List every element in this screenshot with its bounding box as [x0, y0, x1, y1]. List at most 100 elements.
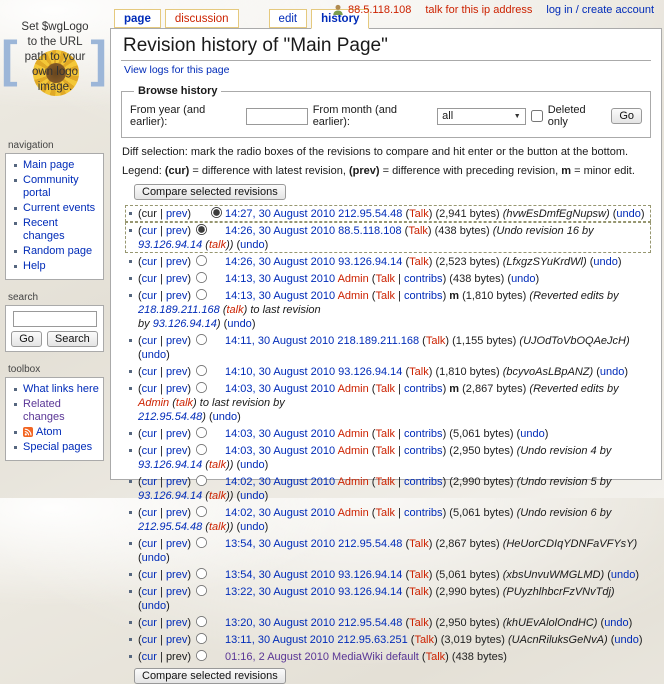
- cur-link[interactable]: cur: [142, 225, 157, 237]
- prev-link[interactable]: prev: [166, 335, 187, 347]
- comment-link[interactable]: talk: [227, 304, 244, 316]
- cur-link[interactable]: cur: [142, 335, 157, 347]
- user-link[interactable]: Admin: [338, 476, 369, 488]
- oldid-radio[interactable]: [196, 255, 207, 266]
- cur-link[interactable]: cur: [142, 383, 157, 395]
- undo-link[interactable]: undo: [240, 459, 264, 471]
- comment-link[interactable]: 218.189.211.168: [138, 304, 220, 316]
- comment-link[interactable]: talk: [209, 490, 226, 502]
- prev-link[interactable]: prev: [166, 569, 187, 581]
- cur-link[interactable]: cur: [142, 273, 157, 285]
- user-contribs-link[interactable]: contribs: [404, 428, 443, 440]
- date-link[interactable]: 14:13, 30 August 2010: [225, 290, 335, 302]
- cur-link[interactable]: cur: [142, 476, 157, 488]
- date-link[interactable]: 14:26, 30 August 2010: [225, 256, 335, 268]
- user-talk-link[interactable]: Talk: [375, 290, 395, 302]
- oldid-radio[interactable]: [196, 272, 207, 283]
- undo-link[interactable]: undo: [240, 521, 264, 533]
- undo-link[interactable]: undo: [142, 600, 166, 612]
- sidebar-item-current-events[interactable]: Current events: [23, 202, 95, 214]
- user-link[interactable]: 212.95.54.48: [338, 617, 402, 629]
- user-link[interactable]: 93.126.94.14: [338, 366, 402, 378]
- prev-link[interactable]: prev: [166, 634, 187, 646]
- prev-link[interactable]: prev: [166, 225, 187, 237]
- undo-link[interactable]: undo: [227, 318, 251, 330]
- user-page-link[interactable]: 88.5.118.108: [348, 4, 411, 16]
- user-talk-link[interactable]: Talk: [409, 256, 429, 268]
- comment-link[interactable]: 93.126.94.14: [138, 459, 202, 471]
- undo-link[interactable]: undo: [604, 617, 628, 629]
- comment-link[interactable]: talk: [209, 459, 226, 471]
- user-link[interactable]: Admin: [338, 273, 369, 285]
- user-link[interactable]: Admin: [338, 290, 369, 302]
- prev-link[interactable]: prev: [166, 290, 187, 302]
- user-talk-link[interactable]: Talk: [409, 569, 429, 581]
- sidebar-item-recent-changes[interactable]: Recent changes: [23, 217, 65, 242]
- sidebar-item-main-page[interactable]: Main page: [23, 159, 74, 171]
- comment-link[interactable]: talk: [176, 397, 193, 409]
- date-link[interactable]: 14:27, 30 August 2010: [225, 208, 335, 220]
- toolbox-item-special-pages[interactable]: Special pages: [23, 441, 92, 453]
- cur-link[interactable]: cur: [142, 586, 157, 598]
- user-contribs-link[interactable]: contribs: [404, 507, 443, 519]
- sidebar-item-random-page[interactable]: Random page: [23, 245, 92, 257]
- oldid-radio[interactable]: [196, 585, 207, 596]
- cur-link[interactable]: cur: [142, 569, 157, 581]
- date-link[interactable]: 14:03, 30 August 2010: [225, 383, 335, 395]
- prev-link[interactable]: prev: [166, 586, 187, 598]
- date-link[interactable]: 13:11, 30 August 2010: [225, 634, 334, 646]
- oldid-radio[interactable]: [196, 650, 207, 661]
- cur-link[interactable]: cur: [142, 428, 157, 440]
- undo-link[interactable]: undo: [240, 239, 264, 251]
- oldid-radio[interactable]: [196, 444, 207, 455]
- oldid-radio[interactable]: [196, 224, 207, 235]
- date-link[interactable]: 14:02, 30 August 2010: [225, 507, 335, 519]
- user-contribs-link[interactable]: contribs: [404, 383, 443, 395]
- undo-link[interactable]: undo: [213, 411, 237, 423]
- date-link[interactable]: 14:11, 30 August 2010: [225, 335, 334, 347]
- date-link[interactable]: 14:02, 30 August 2010: [225, 476, 335, 488]
- sidebar-item-help[interactable]: Help: [23, 260, 46, 272]
- user-link[interactable]: 212.95.54.48: [338, 208, 402, 220]
- user-contribs-link[interactable]: contribs: [404, 273, 443, 285]
- user-talk-link[interactable]: Talk: [409, 538, 429, 550]
- user-talk-link[interactable]: Talk: [426, 651, 446, 663]
- tab-discussion[interactable]: discussion: [165, 9, 239, 28]
- undo-link[interactable]: undo: [142, 349, 166, 361]
- oldid-radio[interactable]: [196, 506, 207, 517]
- undo-link[interactable]: undo: [593, 256, 617, 268]
- comment-link[interactable]: 212.95.54.48: [138, 411, 202, 423]
- tab-page[interactable]: page: [114, 9, 161, 28]
- oldid-radio[interactable]: [196, 475, 207, 486]
- user-talk-link[interactable]: Talk: [375, 428, 395, 440]
- oldid-radio[interactable]: [196, 289, 207, 300]
- date-link[interactable]: 13:54, 30 August 2010: [225, 538, 335, 550]
- compare-revisions-button-bottom[interactable]: Compare selected revisions: [134, 668, 286, 684]
- toolbox-item-what-links-here[interactable]: What links here: [23, 383, 99, 395]
- user-talk-link[interactable]: Talk: [409, 617, 429, 629]
- user-contribs-link[interactable]: contribs: [404, 290, 443, 302]
- prev-link[interactable]: prev: [166, 445, 187, 457]
- wiki-logo[interactable]: [ ] Set $wgLogo to the URL path to your …: [0, 20, 110, 128]
- date-link[interactable]: 14:03, 30 August 2010: [225, 428, 335, 440]
- prev-link[interactable]: prev: [166, 273, 187, 285]
- user-talk-link[interactable]: Talk: [375, 445, 395, 457]
- user-talk-link[interactable]: Talk: [409, 208, 429, 220]
- oldid-radio[interactable]: [196, 427, 207, 438]
- oldid-radio[interactable]: [196, 365, 207, 376]
- prev-link[interactable]: prev: [166, 208, 187, 220]
- date-link[interactable]: 13:22, 30 August 2010: [225, 586, 335, 598]
- user-link[interactable]: 93.126.94.14: [338, 256, 402, 268]
- user-talk-link[interactable]: Talk: [409, 586, 429, 598]
- toolbox-item-related-changes[interactable]: Related changes: [23, 398, 65, 423]
- user-contribs-link[interactable]: contribs: [404, 476, 443, 488]
- user-link[interactable]: 212.95.63.251: [337, 634, 407, 646]
- tab-edit[interactable]: edit: [269, 9, 308, 28]
- prev-link[interactable]: prev: [166, 366, 187, 378]
- sidebar-item-community-portal[interactable]: Community portal: [23, 174, 79, 199]
- undo-link[interactable]: undo: [240, 490, 264, 502]
- user-talk-link[interactable]: Talk: [414, 634, 434, 646]
- prev-link[interactable]: prev: [166, 256, 187, 268]
- prev-link[interactable]: prev: [166, 538, 187, 550]
- cur-link[interactable]: cur: [142, 290, 157, 302]
